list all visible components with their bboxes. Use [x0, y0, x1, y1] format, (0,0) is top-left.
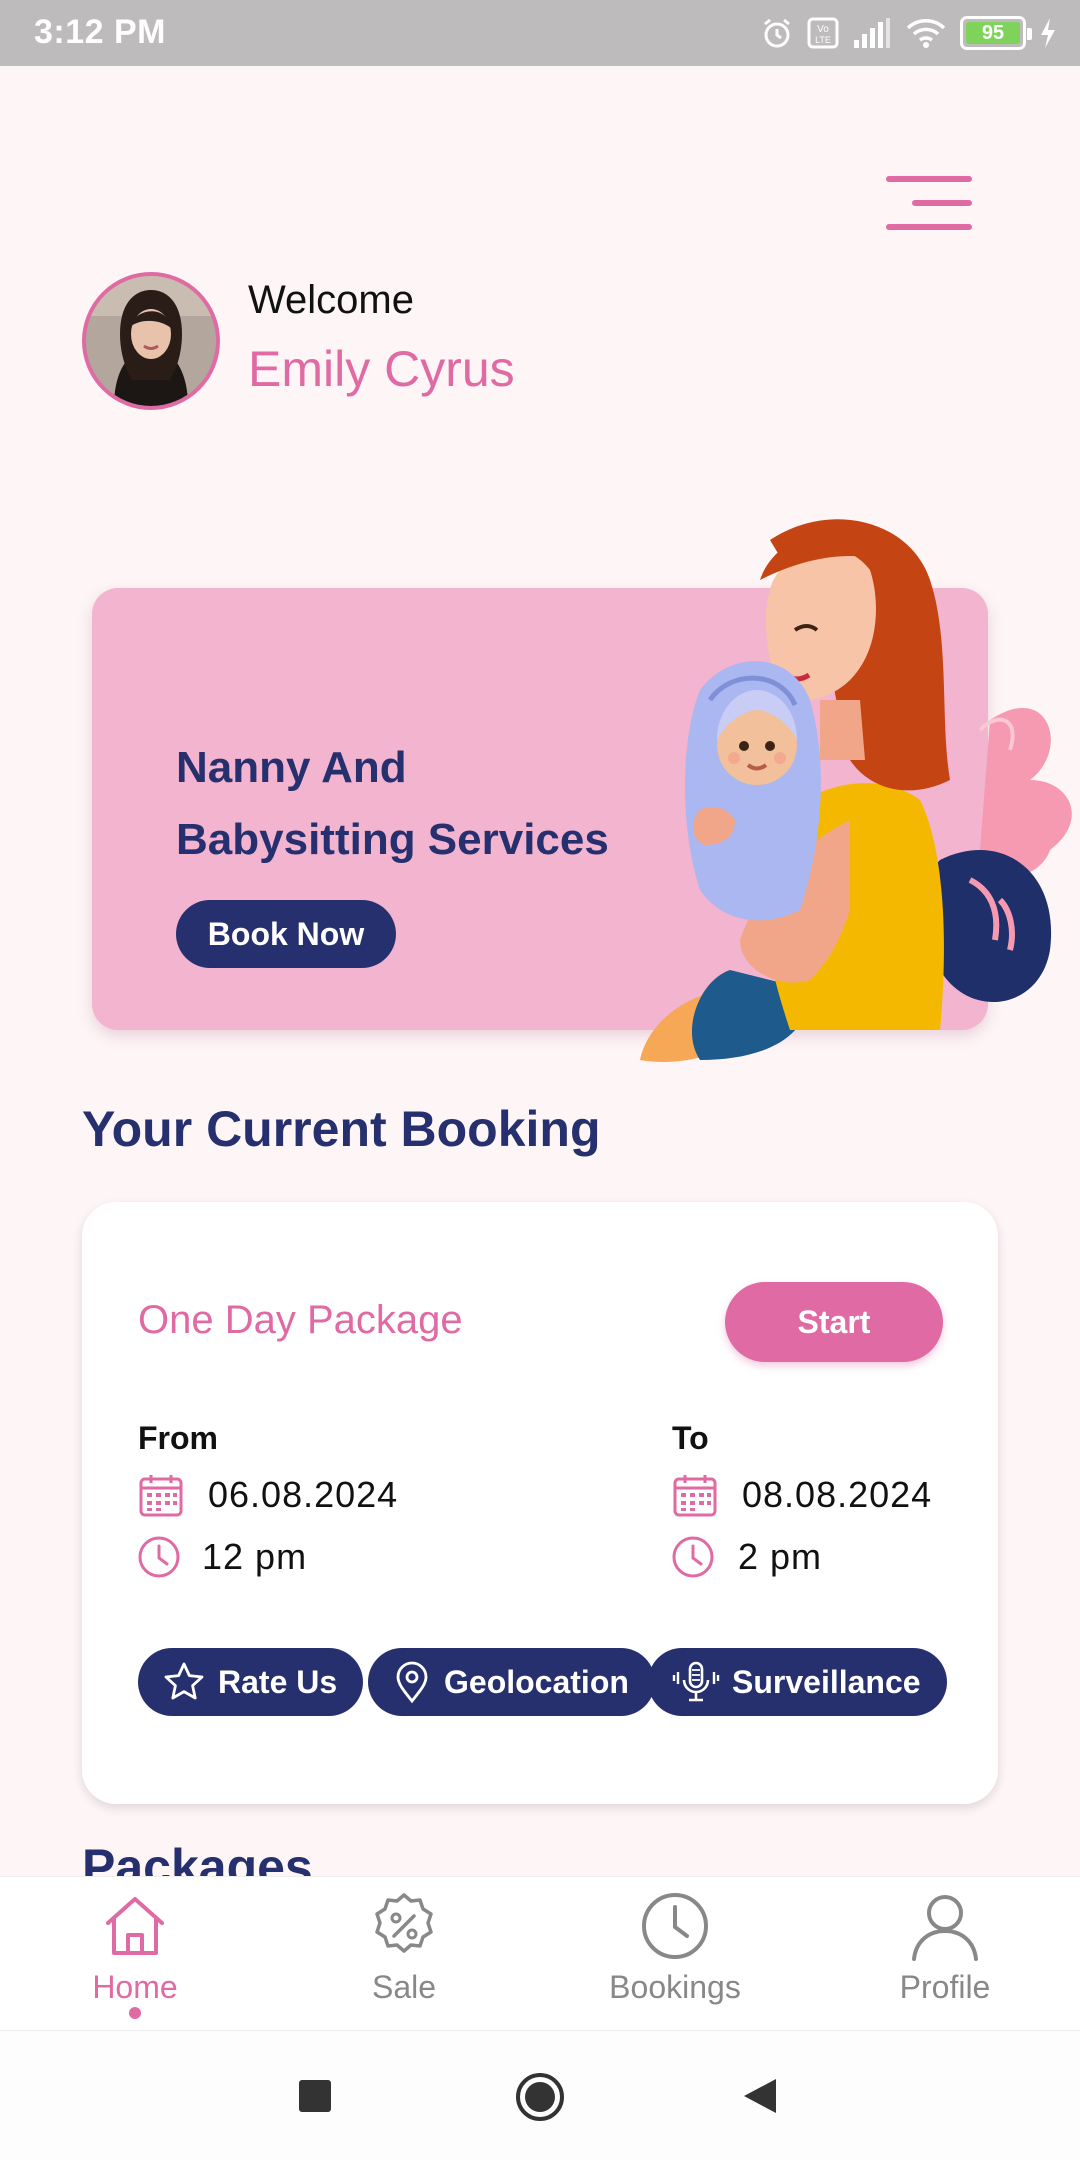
nav-sale[interactable]: Sale — [304, 1877, 504, 2031]
location-pin-icon — [396, 1661, 428, 1704]
geolocation-button[interactable]: Geolocation — [368, 1648, 655, 1716]
start-button[interactable]: Start — [725, 1282, 943, 1362]
svg-text:Vo: Vo — [817, 24, 829, 35]
to-date: 08.08.2024 — [742, 1474, 933, 1515]
clock-icon — [642, 1893, 708, 1959]
calendar-icon — [139, 1475, 183, 1517]
rate-us-label: Rate Us — [218, 1663, 338, 1700]
clock-icon — [672, 1536, 714, 1578]
signal-icon — [854, 18, 890, 48]
user-name: Emily Cyrus — [248, 341, 515, 397]
hero-title-line1: Nanny And — [176, 743, 407, 792]
hero-title-line2: Babysitting Services — [176, 815, 609, 864]
status-bar: 3:12 PM Vo LTE 95 — [0, 0, 1080, 66]
current-booking-title: Your Current Booking — [82, 1101, 601, 1157]
surveillance-button[interactable]: Surveillance — [648, 1648, 947, 1716]
welcome-text: Welcome — [248, 278, 414, 322]
nav-profile-label: Profile — [899, 1969, 991, 2005]
system-navigation-bar — [0, 2030, 1080, 2160]
sale-badge-icon — [375, 1893, 433, 1953]
svg-text:LTE: LTE — [815, 35, 831, 45]
from-label: From — [138, 1420, 218, 1456]
hero-title: Nanny And Babysitting Services — [176, 732, 696, 876]
nav-sale-label: Sale — [371, 1969, 437, 2005]
avatar[interactable] — [82, 272, 220, 410]
recents-icon[interactable] — [298, 2079, 332, 2113]
menu-line — [912, 200, 972, 206]
geolocation-label: Geolocation — [444, 1663, 629, 1700]
bottom-nav: Home Sale Bookings Profile — [0, 1876, 1080, 2030]
status-icons: Vo LTE 95 — [760, 12, 1058, 54]
avatar-photo — [86, 276, 216, 406]
nav-profile[interactable]: Profile — [845, 1877, 1045, 2031]
from-time: 12 pm — [202, 1536, 308, 1577]
calendar-icon — [673, 1475, 717, 1517]
home-icon — [106, 1897, 164, 1955]
microphone-icon — [672, 1661, 720, 1702]
to-label: To — [672, 1420, 709, 1456]
charging-icon — [1041, 18, 1055, 48]
surveillance-label: Surveillance — [732, 1663, 921, 1700]
menu-line — [886, 176, 972, 182]
star-icon — [164, 1662, 204, 1700]
to-time: 2 pm — [738, 1536, 823, 1577]
volte-icon: VoLTE — [807, 17, 839, 49]
clock-icon — [138, 1536, 180, 1578]
home-system-icon[interactable] — [514, 2071, 566, 2123]
rate-us-button[interactable]: Rate Us — [138, 1648, 364, 1716]
alarm-icon — [764, 18, 790, 48]
user-icon — [912, 1895, 978, 1961]
active-indicator-dot — [129, 2007, 141, 2019]
battery-level: 95 — [966, 22, 1020, 44]
back-icon[interactable] — [742, 2077, 778, 2115]
menu-button[interactable] — [886, 176, 972, 232]
package-name: One Day Package — [138, 1298, 463, 1342]
from-date: 06.08.2024 — [208, 1474, 399, 1515]
wifi-icon — [906, 19, 946, 48]
menu-line — [886, 224, 972, 230]
book-now-button[interactable]: Book Now — [176, 900, 396, 968]
nav-home-label: Home — [92, 1969, 178, 2005]
mother-baby-illustration — [640, 519, 1072, 1062]
nav-bookings[interactable]: Bookings — [575, 1877, 775, 2031]
battery-icon: 95 — [960, 16, 1032, 50]
status-time: 3:12 PM — [34, 13, 166, 51]
nav-bookings-label: Bookings — [609, 1969, 741, 2005]
